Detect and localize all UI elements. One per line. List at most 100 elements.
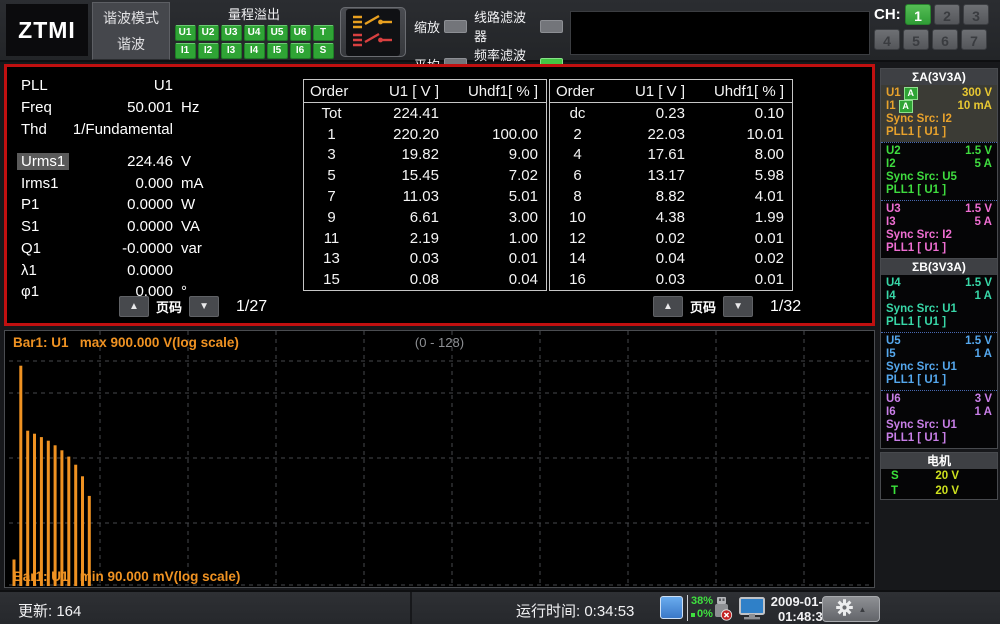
table-page-down-button[interactable]: ▼ (723, 296, 753, 317)
table-cell: 100.00 (439, 126, 546, 143)
page-indicator: 1/27 (236, 298, 267, 316)
channel-button-2[interactable]: 2 (934, 4, 960, 25)
table-cell: 220.20 (359, 126, 439, 143)
status-dot-icon (691, 613, 695, 617)
table-row: 140.040.02 (550, 249, 792, 270)
toolbar-inset-panel (570, 11, 870, 55)
element-config-block: U63 VI61 ASync Src: U1PLL1 [ U1 ] (881, 390, 997, 448)
harmonic-bar-7 (60, 450, 63, 586)
sidebar-group-1: ΣA(3V3A)U1A300 VI1A10 mASync Src: I2PLL1… (880, 68, 998, 259)
channel-button-3[interactable]: 3 (963, 4, 989, 25)
motor-range-value: 20 V (935, 485, 959, 498)
filter-indicator[interactable] (444, 20, 467, 33)
overflow-badge-u2: U2 (198, 25, 219, 41)
measurement-unit: VA (181, 218, 200, 235)
range-value: 5 A (975, 158, 992, 171)
overflow-badge-u1: U1 (175, 25, 196, 41)
element-label: I1 (886, 100, 896, 113)
bar-chart-canvas (5, 331, 874, 587)
table-cell: 0.03 (605, 271, 685, 288)
element-label: U2 (886, 145, 901, 158)
table-cell: 0.23 (605, 105, 685, 122)
sidebar-group-2: ΣB(3V3A)U41.5 VI41 ASync Src: U1PLL1 [ U… (880, 258, 998, 449)
table-row: 417.618.00 (550, 145, 792, 166)
table-cell: 11.03 (359, 188, 439, 205)
table-row: 150.080.04 (304, 269, 546, 290)
pll-source-label: PLL1 [ U1 ] (886, 432, 992, 445)
element-range-row: U31.5 V (886, 203, 992, 216)
overflow-badge-i3: I3 (221, 43, 242, 59)
sidebar-group-title: ΣA(3V3A) (881, 69, 997, 85)
table-cell: 0.08 (359, 271, 439, 288)
table-cell: 2 (550, 126, 605, 143)
filter-label: 缩放 (414, 17, 440, 36)
chart-min-scale-label: Bar1: U1 min 90.000 mV(log scale) (13, 569, 240, 584)
table-cell: 22.03 (605, 126, 685, 143)
mode-tab-harmonic[interactable]: 谐波模式 谐波 (92, 2, 170, 60)
channel-row-1: CH:123 (874, 4, 998, 25)
statusbar-divider (410, 592, 412, 624)
table-row: dc0.230.10 (550, 103, 792, 124)
element-range-row: I35 A (886, 216, 992, 229)
table-cell: 8.82 (605, 188, 685, 205)
table-row: 120.020.01 (550, 228, 792, 249)
harmonic-bar-1 (19, 366, 22, 586)
measurement-label: φ1 (21, 283, 39, 300)
overflow-badge-t: T (313, 25, 334, 41)
table-row: 222.0310.01 (550, 124, 792, 145)
harmonic-bar-5 (47, 441, 50, 586)
channel-config-sidebar: ΣA(3V3A)U1A300 VI1A10 mASync Src: I2PLL1… (878, 64, 1000, 588)
table-cell: 3.00 (439, 209, 546, 226)
column-header: Uhdf1[ % ] (685, 83, 792, 100)
table-cell: 5.98 (685, 167, 792, 184)
overflow-badge-i1: I1 (175, 43, 196, 59)
menu-expand-icon: ▲ (859, 605, 867, 614)
pll-source-label: PLL1 [ U1 ] (886, 374, 992, 387)
element-config-block: U41.5 VI41 ASync Src: U1PLL1 [ U1 ] (881, 275, 997, 332)
element-config-block: U51.5 VI51 ASync Src: U1PLL1 [ U1 ] (881, 332, 997, 390)
table-cell: 5 (304, 167, 359, 184)
auto-range-badge: A (899, 100, 913, 113)
table-row: 130.030.01 (304, 249, 546, 270)
page-up-button[interactable]: ▲ (119, 296, 149, 317)
measurement-row: S10.0000VA (15, 218, 290, 238)
measurement-label: λ1 (21, 262, 37, 279)
wiring-diagram-button[interactable] (340, 7, 406, 57)
page-down-button[interactable]: ▼ (189, 296, 219, 317)
channel-button-7[interactable]: 7 (961, 29, 987, 50)
usb-disconnected-icon (711, 596, 733, 624)
storage-percent-primary: 38% (691, 595, 713, 608)
table-row: 515.457.02 (304, 165, 546, 186)
table-row: 104.381.99 (550, 207, 792, 228)
channel-button-5[interactable]: 5 (903, 29, 929, 50)
channel-selector: CH:123 4567 (874, 4, 998, 58)
settings-menu-button[interactable]: ▲ (822, 596, 880, 622)
element-range-row: U51.5 V (886, 335, 992, 348)
table-cell: 0.10 (685, 105, 792, 122)
channel-button-6[interactable]: 6 (932, 29, 958, 50)
measurement-value: 1/Fundamental (49, 121, 173, 138)
wiring-icon (346, 9, 400, 56)
table-cell: 19.82 (359, 146, 439, 163)
table-row: Tot224.41 (304, 103, 546, 124)
measurement-value: 0.0000 (49, 196, 173, 213)
table-page-up-button[interactable]: ▲ (653, 296, 683, 317)
range-value: 300 V (962, 87, 992, 100)
measurement-row: Freq50.001Hz (15, 99, 290, 119)
channel-button-1[interactable]: 1 (905, 4, 931, 25)
filter-indicator[interactable] (540, 20, 563, 33)
harmonic-table-even: OrderU1 [ V ]Uhdf1[ % ]dc0.230.10222.031… (549, 79, 793, 291)
motor-range-row: T20 V (881, 484, 997, 499)
channel-button-4[interactable]: 4 (874, 29, 900, 50)
range-overflow-row-voltage: U1U2U3U4U5U6T (174, 25, 334, 41)
sync-source-label: Sync Src: U5 (886, 171, 992, 184)
table-cell: 7.02 (439, 167, 546, 184)
column-header: U1 [ V ] (359, 83, 439, 100)
storage-usage: 38% 0% (687, 595, 713, 621)
table-cell: 5.01 (439, 188, 546, 205)
table-cell: 1.00 (439, 230, 546, 247)
element-label: I4 (886, 290, 896, 303)
network-display-icon (739, 597, 766, 624)
table-row: 613.175.98 (550, 165, 792, 186)
channel-row-2: 4567 (874, 29, 998, 50)
